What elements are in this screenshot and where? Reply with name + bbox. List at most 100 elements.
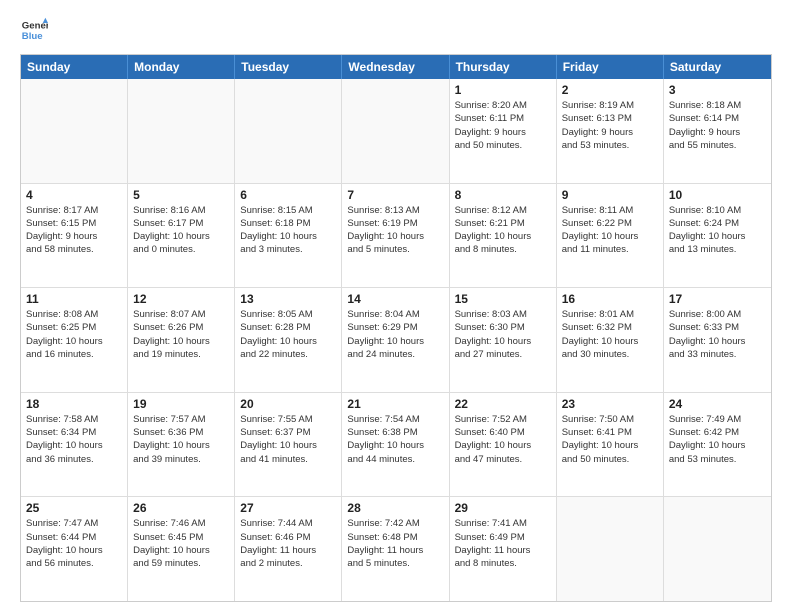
- sun-info: Sunrise: 8:20 AM Sunset: 6:11 PM Dayligh…: [455, 99, 551, 152]
- day-number: 24: [669, 397, 766, 411]
- calendar-empty-cell: [21, 79, 128, 183]
- logo-icon: General Blue: [20, 16, 48, 44]
- day-number: 2: [562, 83, 658, 97]
- sun-info: Sunrise: 7:41 AM Sunset: 6:49 PM Dayligh…: [455, 517, 551, 570]
- day-number: 13: [240, 292, 336, 306]
- day-number: 1: [455, 83, 551, 97]
- day-number: 18: [26, 397, 122, 411]
- svg-text:Blue: Blue: [22, 31, 43, 42]
- day-number: 29: [455, 501, 551, 515]
- sun-info: Sunrise: 7:42 AM Sunset: 6:48 PM Dayligh…: [347, 517, 443, 570]
- calendar-day-17: 17 Sunrise: 8:00 AM Sunset: 6:33 PM Dayli…: [664, 288, 771, 392]
- sun-info: Sunrise: 7:57 AM Sunset: 6:36 PM Dayligh…: [133, 413, 229, 466]
- calendar-day-10: 10 Sunrise: 8:10 AM Sunset: 6:24 PM Dayli…: [664, 184, 771, 288]
- sun-info: Sunrise: 8:13 AM Sunset: 6:19 PM Dayligh…: [347, 204, 443, 257]
- calendar-week-3: 18 Sunrise: 7:58 AM Sunset: 6:34 PM Dayli…: [21, 393, 771, 498]
- sun-info: Sunrise: 8:05 AM Sunset: 6:28 PM Dayligh…: [240, 308, 336, 361]
- calendar-day-4: 4 Sunrise: 8:17 AM Sunset: 6:15 PM Daylig…: [21, 184, 128, 288]
- sun-info: Sunrise: 8:17 AM Sunset: 6:15 PM Dayligh…: [26, 204, 122, 257]
- sun-info: Sunrise: 8:19 AM Sunset: 6:13 PM Dayligh…: [562, 99, 658, 152]
- calendar-day-21: 21 Sunrise: 7:54 AM Sunset: 6:38 PM Dayli…: [342, 393, 449, 497]
- sun-info: Sunrise: 7:47 AM Sunset: 6:44 PM Dayligh…: [26, 517, 122, 570]
- calendar-day-1: 1 Sunrise: 8:20 AM Sunset: 6:11 PM Daylig…: [450, 79, 557, 183]
- day-number: 4: [26, 188, 122, 202]
- calendar-day-27: 27 Sunrise: 7:44 AM Sunset: 6:46 PM Dayli…: [235, 497, 342, 601]
- day-number: 21: [347, 397, 443, 411]
- calendar-day-19: 19 Sunrise: 7:57 AM Sunset: 6:36 PM Dayli…: [128, 393, 235, 497]
- calendar-day-24: 24 Sunrise: 7:49 AM Sunset: 6:42 PM Dayli…: [664, 393, 771, 497]
- sun-info: Sunrise: 7:44 AM Sunset: 6:46 PM Dayligh…: [240, 517, 336, 570]
- day-number: 10: [669, 188, 766, 202]
- calendar-day-11: 11 Sunrise: 8:08 AM Sunset: 6:25 PM Dayli…: [21, 288, 128, 392]
- calendar-week-1: 4 Sunrise: 8:17 AM Sunset: 6:15 PM Daylig…: [21, 184, 771, 289]
- sun-info: Sunrise: 8:07 AM Sunset: 6:26 PM Dayligh…: [133, 308, 229, 361]
- calendar-day-22: 22Sunrise: 7:52 AM Sunset: 6:40 PM Dayli…: [450, 393, 557, 497]
- calendar-day-16: 16Sunrise: 8:01 AM Sunset: 6:32 PM Dayli…: [557, 288, 664, 392]
- calendar-day-26: 26 Sunrise: 7:46 AM Sunset: 6:45 PM Dayli…: [128, 497, 235, 601]
- calendar-header: SundayMondayTuesdayWednesdayThursdayFrid…: [21, 55, 771, 79]
- calendar-day-15: 15 Sunrise: 8:03 AM Sunset: 6:30 PM Dayli…: [450, 288, 557, 392]
- calendar-day-25: 25Sunrise: 7:47 AM Sunset: 6:44 PM Dayli…: [21, 497, 128, 601]
- calendar-empty-cell: [664, 497, 771, 601]
- day-number: 28: [347, 501, 443, 515]
- sun-info: Sunrise: 7:55 AM Sunset: 6:37 PM Dayligh…: [240, 413, 336, 466]
- sun-info: Sunrise: 7:58 AM Sunset: 6:34 PM Dayligh…: [26, 413, 122, 466]
- day-number: 14: [347, 292, 443, 306]
- day-number: 23: [562, 397, 658, 411]
- day-number: 20: [240, 397, 336, 411]
- calendar-day-20: 20 Sunrise: 7:55 AM Sunset: 6:37 PM Dayli…: [235, 393, 342, 497]
- day-number: 22: [455, 397, 551, 411]
- sun-info: Sunrise: 8:08 AM Sunset: 6:25 PM Dayligh…: [26, 308, 122, 361]
- sun-info: Sunrise: 8:04 AM Sunset: 6:29 PM Dayligh…: [347, 308, 443, 361]
- calendar-day-5: 5 Sunrise: 8:16 AM Sunset: 6:17 PM Daylig…: [128, 184, 235, 288]
- calendar-day-23: 23 Sunrise: 7:50 AM Sunset: 6:41 PM Dayli…: [557, 393, 664, 497]
- calendar-day-28: 28 Sunrise: 7:42 AM Sunset: 6:48 PM Dayli…: [342, 497, 449, 601]
- calendar-empty-cell: [557, 497, 664, 601]
- calendar-day-6: 6 Sunrise: 8:15 AM Sunset: 6:18 PM Daylig…: [235, 184, 342, 288]
- day-number: 19: [133, 397, 229, 411]
- calendar-empty-cell: [235, 79, 342, 183]
- day-number: 6: [240, 188, 336, 202]
- header-day-sunday: Sunday: [21, 55, 128, 79]
- calendar-empty-cell: [342, 79, 449, 183]
- sun-info: Sunrise: 8:18 AM Sunset: 6:14 PM Dayligh…: [669, 99, 766, 152]
- sun-info: Sunrise: 7:49 AM Sunset: 6:42 PM Dayligh…: [669, 413, 766, 466]
- header-day-tuesday: Tuesday: [235, 55, 342, 79]
- sun-info: Sunrise: 7:54 AM Sunset: 6:38 PM Dayligh…: [347, 413, 443, 466]
- header-day-friday: Friday: [557, 55, 664, 79]
- calendar-day-13: 13 Sunrise: 8:05 AM Sunset: 6:28 PM Dayli…: [235, 288, 342, 392]
- calendar-day-8: 8Sunrise: 8:12 AM Sunset: 6:21 PM Daylig…: [450, 184, 557, 288]
- calendar-day-2: 2 Sunrise: 8:19 AM Sunset: 6:13 PM Daylig…: [557, 79, 664, 183]
- day-number: 26: [133, 501, 229, 515]
- sun-info: Sunrise: 7:46 AM Sunset: 6:45 PM Dayligh…: [133, 517, 229, 570]
- header-day-thursday: Thursday: [450, 55, 557, 79]
- sun-info: Sunrise: 8:16 AM Sunset: 6:17 PM Dayligh…: [133, 204, 229, 257]
- calendar-day-3: 3Sunrise: 8:18 AM Sunset: 6:14 PM Daylig…: [664, 79, 771, 183]
- calendar-body: 1 Sunrise: 8:20 AM Sunset: 6:11 PM Daylig…: [21, 79, 771, 601]
- day-number: 15: [455, 292, 551, 306]
- day-number: 27: [240, 501, 336, 515]
- calendar-day-14: 14 Sunrise: 8:04 AM Sunset: 6:29 PM Dayli…: [342, 288, 449, 392]
- calendar-week-4: 25Sunrise: 7:47 AM Sunset: 6:44 PM Dayli…: [21, 497, 771, 601]
- sun-info: Sunrise: 8:11 AM Sunset: 6:22 PM Dayligh…: [562, 204, 658, 257]
- calendar-empty-cell: [128, 79, 235, 183]
- calendar: SundayMondayTuesdayWednesdayThursdayFrid…: [20, 54, 772, 602]
- day-number: 5: [133, 188, 229, 202]
- header-day-monday: Monday: [128, 55, 235, 79]
- header-day-wednesday: Wednesday: [342, 55, 449, 79]
- day-number: 7: [347, 188, 443, 202]
- sun-info: Sunrise: 8:10 AM Sunset: 6:24 PM Dayligh…: [669, 204, 766, 257]
- header-day-saturday: Saturday: [664, 55, 771, 79]
- day-number: 11: [26, 292, 122, 306]
- sun-info: Sunrise: 8:15 AM Sunset: 6:18 PM Dayligh…: [240, 204, 336, 257]
- calendar-day-18: 18 Sunrise: 7:58 AM Sunset: 6:34 PM Dayli…: [21, 393, 128, 497]
- day-number: 12: [133, 292, 229, 306]
- day-number: 17: [669, 292, 766, 306]
- calendar-day-7: 7 Sunrise: 8:13 AM Sunset: 6:19 PM Daylig…: [342, 184, 449, 288]
- logo: General Blue: [20, 16, 48, 44]
- sun-info: Sunrise: 8:01 AM Sunset: 6:32 PM Dayligh…: [562, 308, 658, 361]
- sun-info: Sunrise: 8:00 AM Sunset: 6:33 PM Dayligh…: [669, 308, 766, 361]
- sun-info: Sunrise: 7:50 AM Sunset: 6:41 PM Dayligh…: [562, 413, 658, 466]
- sun-info: Sunrise: 8:03 AM Sunset: 6:30 PM Dayligh…: [455, 308, 551, 361]
- calendar-day-29: 29 Sunrise: 7:41 AM Sunset: 6:49 PM Dayli…: [450, 497, 557, 601]
